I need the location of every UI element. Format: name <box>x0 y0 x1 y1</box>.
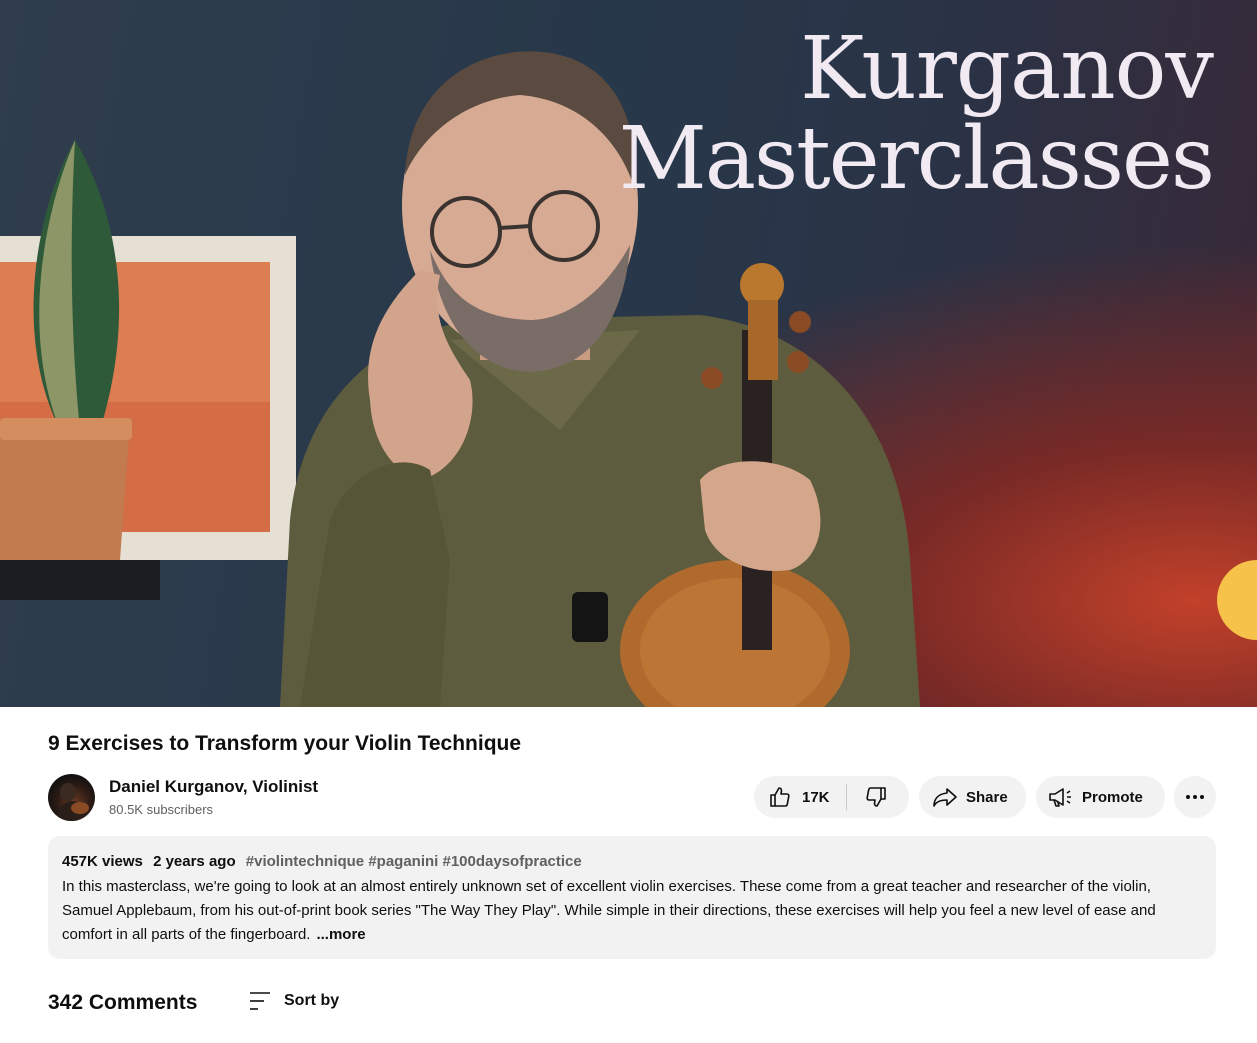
video-title: 9 Exercises to Transform your Violin Tec… <box>48 732 522 755</box>
more-horizontal-icon <box>1186 795 1204 799</box>
channel-name[interactable]: Daniel Kurganov, Violinist <box>109 777 318 797</box>
subscriber-count: 80.5K subscribers <box>109 802 214 817</box>
description-box[interactable]: 457K views 2 years ago #violintechnique … <box>48 836 1216 959</box>
thumbs-down-icon <box>865 787 886 807</box>
description-meta: 457K views 2 years ago #violintechnique … <box>62 852 1202 872</box>
share-arrow-icon <box>933 788 957 807</box>
sort-label: Sort by <box>284 992 340 1009</box>
hashtags[interactable]: #violintechnique #paganini #100daysofpra… <box>246 853 582 870</box>
dislike-button[interactable] <box>847 776 905 818</box>
video-player[interactable]: Kurganov Masterclasses <box>0 0 1257 707</box>
channel-avatar[interactable] <box>48 774 95 821</box>
thumbnail-title-overlay: Kurganov Masterclasses <box>618 19 1215 210</box>
comments-count: 342 Comments <box>48 991 198 1014</box>
overlay-line-1: Kurganov <box>800 19 1214 119</box>
show-more-link[interactable]: ...more <box>316 926 365 943</box>
view-count: 457K views <box>62 853 143 870</box>
channel-row: Daniel Kurganov, Violinist 80.5K subscri… <box>48 772 1216 822</box>
share-button[interactable]: Share <box>919 776 1026 818</box>
sort-comments-button[interactable]: Sort by <box>248 990 339 1012</box>
more-actions-button[interactable] <box>1174 776 1216 818</box>
thumbs-up-icon <box>770 787 790 807</box>
megaphone-icon <box>1049 788 1071 807</box>
description-body: In this masterclass, we're going to look… <box>62 878 1156 943</box>
promote-label: Promote <box>1082 788 1143 806</box>
sort-lines-icon <box>250 992 270 1010</box>
promote-button[interactable]: Promote <box>1036 776 1165 818</box>
like-button[interactable]: 17K <box>754 776 846 818</box>
overlay-line-2: Masterclasses <box>618 109 1215 210</box>
upload-age: 2 years ago <box>153 853 236 870</box>
share-label: Share <box>966 788 1008 806</box>
description-text: In this masterclass, we're going to look… <box>62 875 1202 947</box>
like-count: 17K <box>802 788 830 806</box>
like-dislike-group: 17K <box>754 776 909 818</box>
